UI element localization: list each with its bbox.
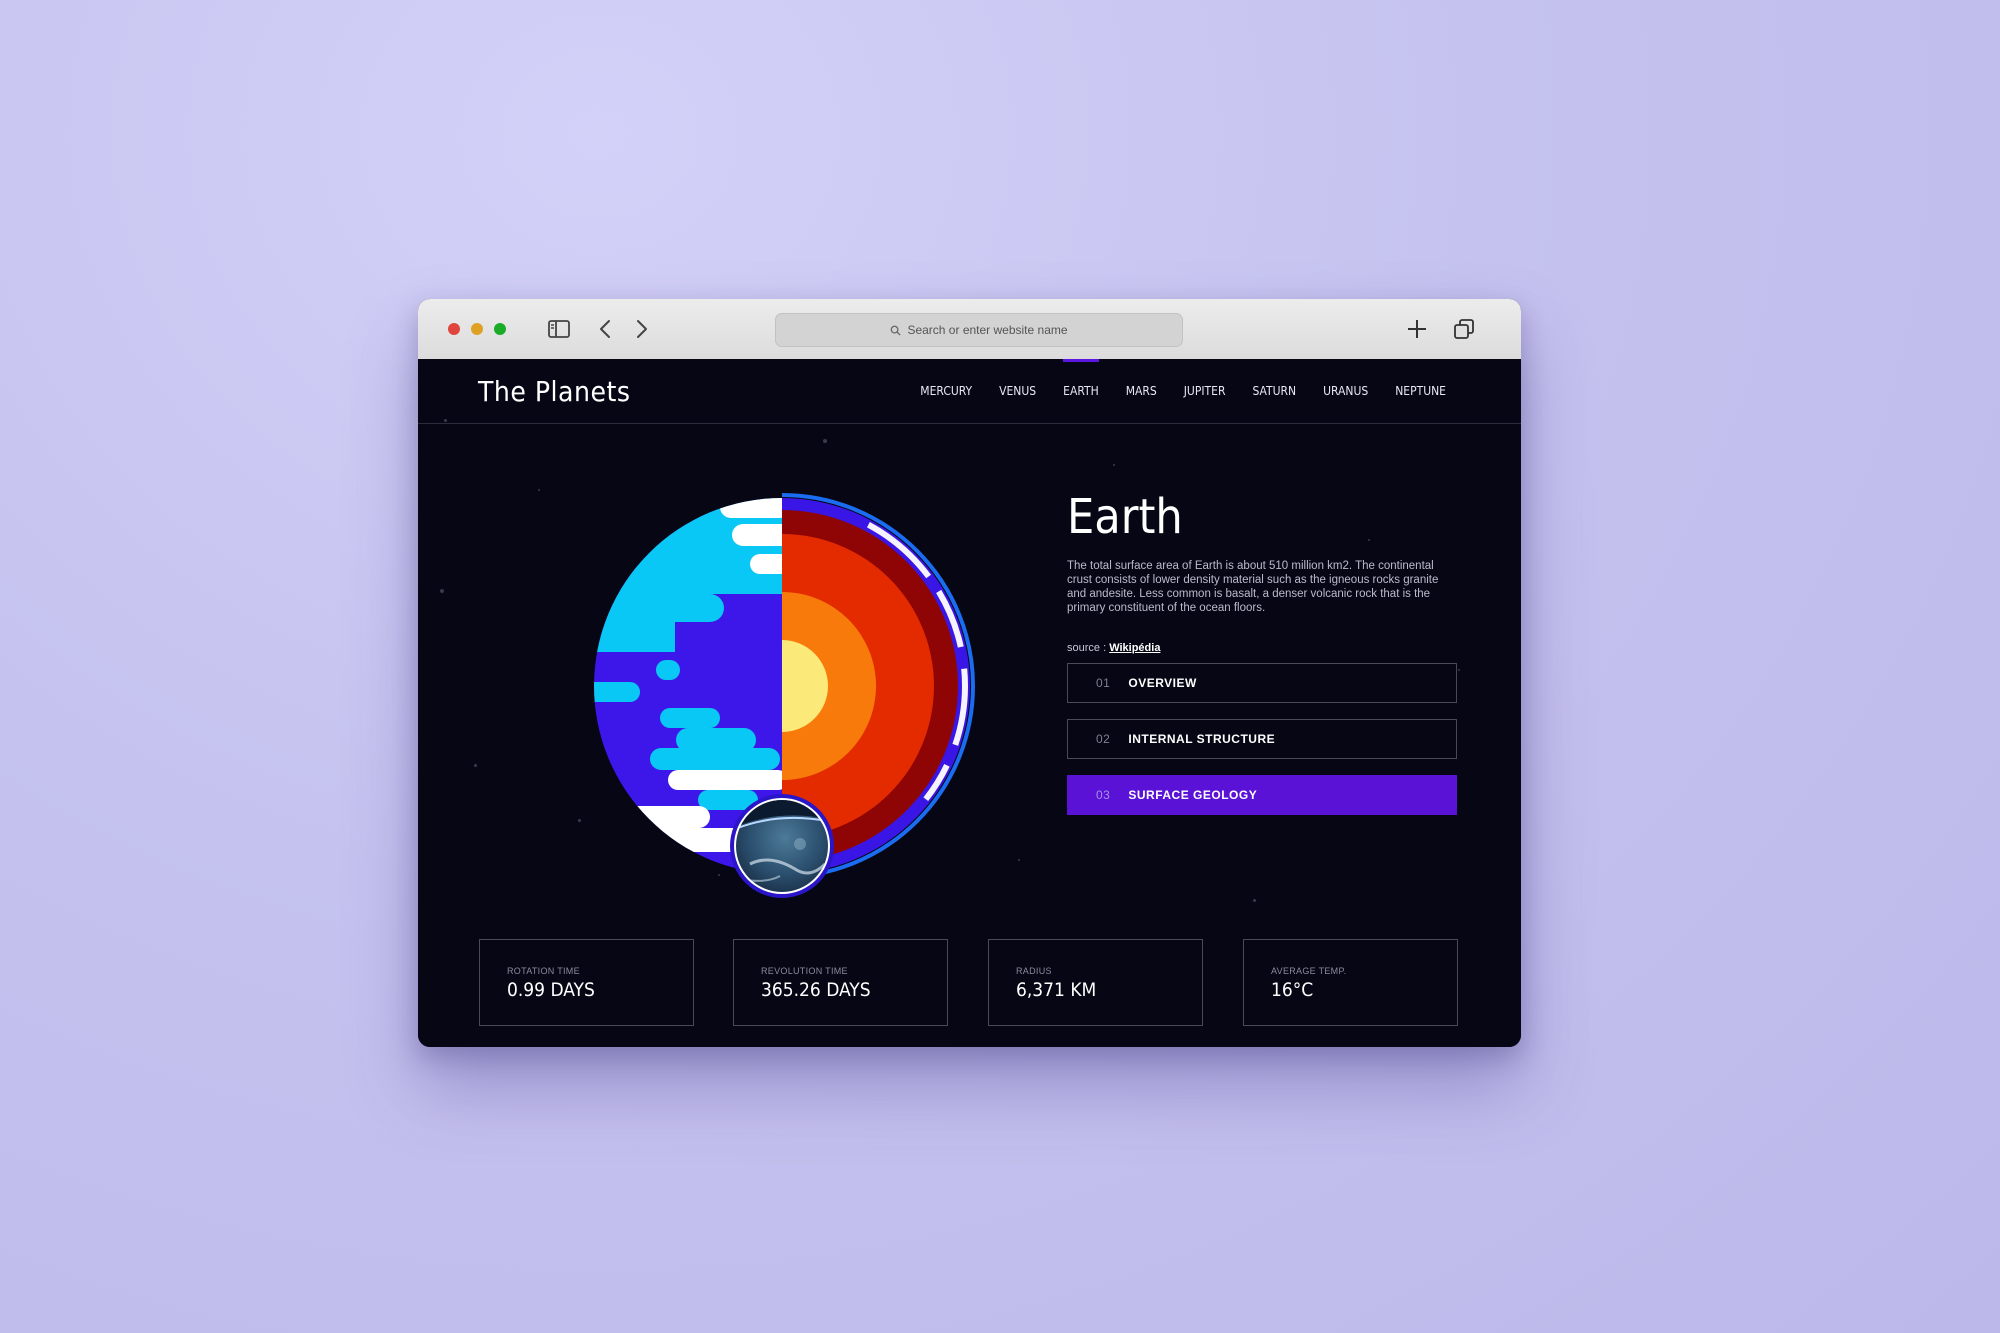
back-chevron-icon[interactable] xyxy=(593,316,619,342)
site-header: The Planets MERCURY VENUS EARTH MARS JUP… xyxy=(418,359,1521,424)
nav-jupiter[interactable]: JUPITER xyxy=(1184,359,1226,423)
sidebar-toggle-icon[interactable] xyxy=(546,316,572,342)
tab-number: 01 xyxy=(1096,676,1111,690)
nav-mars[interactable]: MARS xyxy=(1126,359,1157,423)
source-link[interactable]: Wikipédia xyxy=(1109,642,1160,654)
minimize-window-button[interactable] xyxy=(471,323,483,335)
tab-surface-geology[interactable]: 03 SURFACE GEOLOGY xyxy=(1067,775,1457,815)
stat-label: AVERAGE TEMP. xyxy=(1271,966,1347,976)
nav-saturn[interactable]: SATURN xyxy=(1252,359,1296,423)
tab-number: 02 xyxy=(1096,732,1111,746)
tab-number: 03 xyxy=(1096,788,1111,802)
stat-average-temp: AVERAGE TEMP. 16°C xyxy=(1243,939,1458,1026)
stat-label: REVOLUTION TIME xyxy=(761,966,848,976)
earth-illustration xyxy=(594,493,975,898)
tabs-overview-icon[interactable] xyxy=(1451,316,1477,342)
tab-label: OVERVIEW xyxy=(1128,676,1197,690)
planet-title: Earth xyxy=(1067,489,1183,545)
planet-description: The total surface area of Earth is about… xyxy=(1067,560,1439,614)
nav-earth[interactable]: EARTH xyxy=(1063,359,1099,423)
stat-rotation-time: ROTATION TIME 0.99 DAYS xyxy=(479,939,694,1026)
tab-label: SURFACE GEOLOGY xyxy=(1128,788,1258,802)
browser-window: Search or enter website name The Planets… xyxy=(418,299,1521,1047)
stat-value: 16°C xyxy=(1271,979,1314,1001)
planet-nav: MERCURY VENUS EARTH MARS JUPITER SATURN … xyxy=(893,359,1446,423)
stat-radius: RADIUS 6,371 KM xyxy=(988,939,1203,1026)
address-placeholder: Search or enter website name xyxy=(907,323,1068,337)
stat-value: 0.99 DAYS xyxy=(507,979,595,1001)
maximize-window-button[interactable] xyxy=(494,323,506,335)
nav-neptune[interactable]: NEPTUNE xyxy=(1395,359,1446,423)
close-window-button[interactable] xyxy=(448,323,460,335)
new-tab-plus-icon[interactable] xyxy=(1404,316,1430,342)
nav-mercury[interactable]: MERCURY xyxy=(920,359,972,423)
tab-label: INTERNAL STRUCTURE xyxy=(1128,732,1276,746)
site-logo[interactable]: The Planets xyxy=(478,375,630,408)
search-icon xyxy=(891,325,901,336)
page-content: The Planets MERCURY VENUS EARTH MARS JUP… xyxy=(418,359,1521,1047)
tab-internal-structure[interactable]: 02 INTERNAL STRUCTURE xyxy=(1067,719,1457,759)
stat-revolution-time: REVOLUTION TIME 365.26 DAYS xyxy=(733,939,948,1026)
source-label: source : xyxy=(1067,642,1110,654)
forward-chevron-icon[interactable] xyxy=(628,316,654,342)
nav-venus[interactable]: VENUS xyxy=(999,359,1036,423)
stat-value: 365.26 DAYS xyxy=(761,979,871,1001)
tab-overview[interactable]: 01 OVERVIEW xyxy=(1067,663,1457,703)
address-bar[interactable]: Search or enter website name xyxy=(775,313,1183,347)
source-line: source : Wikipédia xyxy=(1067,642,1160,654)
browser-toolbar: Search or enter website name xyxy=(418,299,1521,360)
stat-label: RADIUS xyxy=(1016,966,1052,976)
stat-label: ROTATION TIME xyxy=(507,966,580,976)
stat-value: 6,371 KM xyxy=(1016,979,1097,1001)
nav-uranus[interactable]: URANUS xyxy=(1323,359,1368,423)
